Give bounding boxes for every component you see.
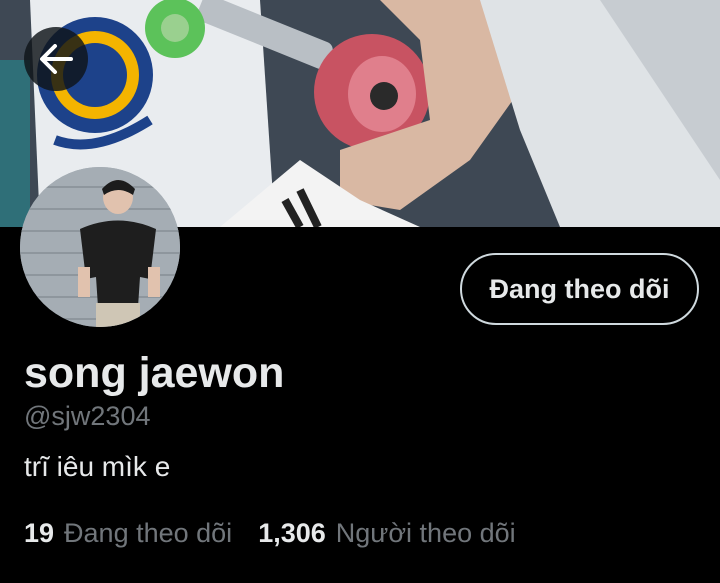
profile-bio: trĩ iêu mìk e — [24, 451, 171, 482]
avatar[interactable] — [20, 167, 180, 327]
following-button-label: Đang theo dõi — [489, 273, 670, 304]
following-stat-link[interactable]: 19 Đang theo dõi — [24, 515, 232, 551]
back-button[interactable] — [24, 27, 88, 91]
followers-stat-link[interactable]: 1,306 Người theo dõi — [258, 515, 515, 551]
following-button[interactable]: Đang theo dõi — [460, 253, 699, 325]
followers-count: 1,306 — [258, 518, 326, 548]
following-count: 19 — [24, 518, 55, 548]
follow-stats: 19 Đang theo dõi 1,306 Người theo dõi — [24, 515, 516, 551]
arrow-left-icon — [40, 44, 73, 74]
avatar-photo — [20, 167, 180, 327]
following-label: Đang theo dõi — [64, 518, 233, 548]
followers-label: Người theo dõi — [335, 518, 516, 548]
username-handle: @sjw2304 — [24, 401, 151, 431]
display-name: song jaewon — [24, 349, 285, 397]
